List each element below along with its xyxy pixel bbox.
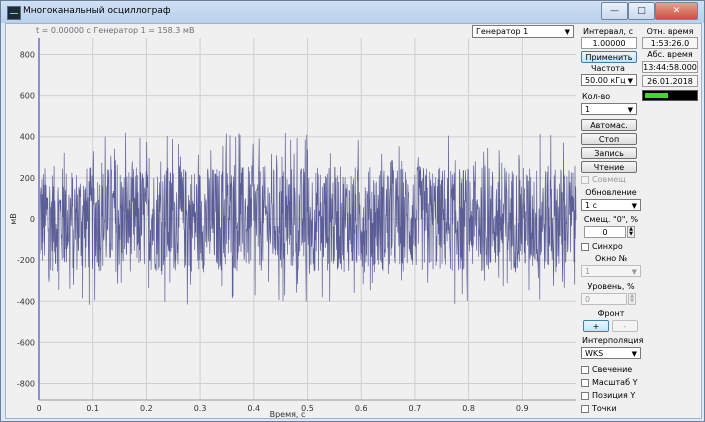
window-number-label: Окно № (594, 254, 628, 263)
x-tick-label: 0.7 (409, 404, 422, 413)
interval-label: Интервал, с (582, 27, 634, 36)
x-tick-label: 0.1 (86, 404, 99, 413)
minimize-button[interactable]: — (601, 2, 628, 20)
combine-checkbox[interactable]: Совмещ (581, 175, 626, 184)
scale-y-checkbox[interactable]: Масштаб Y (581, 378, 637, 387)
x-tick-label: 0.4 (247, 404, 260, 413)
channels-select-value: 1 (585, 105, 591, 114)
points-checkbox-label: Точки (592, 404, 617, 413)
x-axis-title: Время, с (270, 410, 306, 418)
status-readout: t = 0.00000 с Генератор 1 = 158.3 мВ (36, 26, 195, 35)
maximize-button[interactable]: □ (628, 2, 655, 20)
front-plus-button[interactable]: + (583, 320, 609, 332)
window-number-select[interactable]: 1 ▼ (581, 265, 641, 277)
frequency-select[interactable]: 50.00 кГц ▼ (581, 74, 637, 86)
y-tick-label: -600 (17, 338, 35, 347)
level-label: Уровень, % (587, 282, 635, 291)
minimize-icon: — (610, 6, 619, 16)
checkbox-box (581, 365, 589, 374)
relative-time-value: 1:53:26.0 (642, 37, 698, 49)
y-tick-label: -200 (17, 256, 35, 265)
front-minus-button[interactable]: - (612, 320, 638, 332)
glow-checkbox[interactable]: Свечение (581, 365, 632, 374)
interpolation-label: Интерполяция (582, 336, 644, 345)
sync-checkbox[interactable]: Синхро (581, 242, 623, 251)
read-button[interactable]: Чтение (581, 161, 637, 173)
chevron-down-icon: ▼ (627, 77, 633, 85)
y-tick-label: -800 (17, 380, 35, 389)
level-spinner[interactable]: ▲ ▼ (628, 293, 636, 305)
close-button[interactable]: ✕ (655, 2, 698, 20)
points-checkbox[interactable]: Точки (581, 404, 617, 413)
sync-checkbox-label: Синхро (592, 242, 623, 251)
x-tick-label: 0.2 (140, 404, 153, 413)
x-tick-label: 0.6 (355, 404, 368, 413)
channels-select[interactable]: 1 ▼ (581, 103, 637, 115)
signal-level-meter (642, 90, 698, 101)
frequency-select-value: 50.00 кГц (585, 76, 626, 85)
signal-level-fill (645, 93, 669, 98)
app-window: Многоканальный осциллограф — □ ✕ 800 600 4… (0, 0, 705, 422)
update-label: Обновление (585, 188, 637, 197)
interpolation-select[interactable]: WKS ▼ (581, 347, 641, 359)
combine-checkbox-label: Совмещ (592, 175, 626, 184)
chevron-down-icon: ▼ (631, 202, 637, 210)
x-tick-label: 0.8 (462, 404, 475, 413)
checkbox-box (581, 175, 589, 184)
auto-scale-button[interactable]: Автомас. (581, 119, 637, 131)
update-select-value: 1 с (585, 201, 598, 210)
level-input[interactable]: 0 (581, 293, 627, 305)
x-tick-label: 0.3 (194, 404, 207, 413)
chevron-down-icon: ▼ (564, 28, 570, 36)
chevron-down-icon: ▼ (631, 268, 637, 276)
interpolation-select-value: WKS (585, 349, 604, 358)
spin-down-icon: ▼ (630, 298, 634, 304)
oscillogram-chart[interactable]: 800 600 400 200 0 -200 -400 -600 -800 0 0.1 0.2 0.3 0… (6, 24, 578, 418)
offset-spinner[interactable]: ▲ ▼ (627, 226, 635, 238)
maximize-icon: □ (637, 6, 646, 16)
y-axis-title: мВ (9, 213, 18, 225)
chevron-down-icon: ▼ (627, 106, 633, 114)
absolute-time-value: 13:44:58.000 (642, 61, 698, 73)
scale-y-checkbox-label: Масштаб Y (592, 378, 638, 387)
interval-input[interactable]: 1.00000 (581, 37, 637, 49)
apply-button[interactable]: Применить (581, 51, 637, 63)
checkbox-box (581, 242, 589, 251)
chevron-down-icon: ▼ (631, 350, 637, 358)
y-tick-label: 400 (20, 133, 35, 142)
offset-label: Смещ. "0", % (583, 215, 639, 224)
glow-checkbox-label: Свечение (592, 365, 633, 374)
checkbox-box (581, 391, 589, 400)
client-area: 800 600 400 200 0 -200 -400 -600 -800 0 0.1 0.2 0.3 0… (5, 23, 702, 419)
x-tick-label: 0.9 (516, 404, 529, 413)
oscillogram-plot[interactable]: 800 600 400 200 0 -200 -400 -600 -800 0 0.1 0.2 0.3 0… (6, 24, 578, 418)
window-number-value: 1 (585, 267, 591, 276)
title-bar: Многоканальный осциллограф — □ ✕ (1, 1, 704, 23)
window-title: Многоканальный осциллограф (23, 6, 171, 16)
offset-input[interactable]: 0 (584, 226, 626, 238)
checkbox-box (581, 378, 589, 387)
position-y-checkbox[interactable]: Позиция Y (581, 391, 635, 400)
frequency-label: Частота (591, 64, 625, 73)
update-select[interactable]: 1 с ▼ (581, 199, 641, 211)
y-tick-label: 200 (20, 174, 35, 183)
date-value: 26.01.2018 (642, 75, 698, 87)
relative-time-label: Отн. время (646, 27, 694, 36)
checkbox-box (581, 404, 589, 413)
close-icon: ✕ (672, 6, 681, 16)
record-button[interactable]: Запись (581, 147, 637, 159)
position-y-checkbox-label: Позиция Y (592, 391, 636, 400)
stop-button[interactable]: Стоп (581, 133, 637, 145)
absolute-time-label: Абс. время (647, 50, 693, 59)
y-tick-label: -400 (17, 297, 35, 306)
oscilloscope-app-icon (7, 6, 21, 20)
generator-select[interactable]: Генератор 1 ▼ (472, 25, 574, 38)
y-tick-label: 0 (30, 215, 35, 224)
y-tick-label: 800 (20, 50, 35, 59)
spin-down-icon: ▼ (629, 231, 633, 237)
generator-select-value: Генератор 1 (476, 27, 529, 36)
front-label: Фронт (597, 309, 625, 318)
x-tick-label: 0 (36, 404, 41, 413)
y-tick-label: 600 (20, 92, 35, 101)
